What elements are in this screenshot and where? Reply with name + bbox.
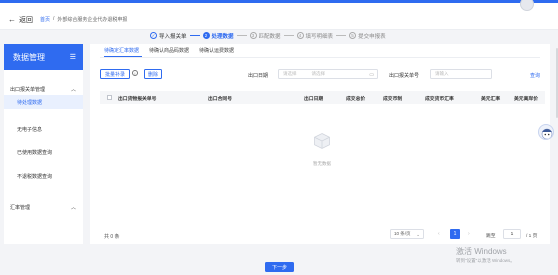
query-button[interactable]: 查询 [530,72,540,79]
select-all-checkbox[interactable] [107,94,112,100]
step-label: 处理数据 [211,33,234,40]
info-icon[interactable]: i [132,70,138,76]
sidebar-item-no-refund-query[interactable]: 不退税数据查询 [4,169,83,183]
declaration-number-placeholder: 请输入 [435,71,449,76]
step-connector [236,35,247,36]
column-header[interactable]: 出口合同号 [208,95,232,102]
column-header[interactable]: 成交币制 [383,95,402,102]
sidebar-item-no-electronic[interactable]: 无电子信息 [4,122,83,136]
sidebar-item-label: 待处理数据 [17,99,43,106]
sidebar-group-declarations[interactable]: 出口报关单管理 ︿ [4,86,83,93]
prev-page-icon[interactable]: ‹ [438,231,440,237]
table-header: 出口货物报关单号 出口合同号 出口日期 成交总价 成交币制 成交货币汇率 美元汇… [100,91,545,104]
declaration-number-input[interactable]: 请输入 [430,69,492,79]
step-submit: 5 提交申报表 [349,32,386,40]
sidebar-group-exchange-rate[interactable]: 汇率管理 ︿ [4,204,83,211]
main-panel: 待确定汇率数据 待确认商品码数据 待确认运费数据 批量补录 i 删除 出口日期 … [90,44,550,244]
windows-activation-watermark: 激活 Windows 转到"设置"以激活 Windows。 [456,246,515,264]
sidebar-item-label: 已使用数据查询 [17,149,53,156]
chevron-up-icon: ︿ [70,87,76,93]
page-size-value: 10 条/页 [394,231,411,236]
end-date-input[interactable]: 请选择 [312,71,326,77]
step-connector [189,35,200,36]
check-icon: ✓ [150,32,157,39]
step-number: 2 [202,32,210,39]
step-connector [283,35,294,36]
sidebar-header: 数据管理 ☰ [4,44,83,70]
step-label: 导入报关单 [159,33,187,40]
declaration-number-label: 出口报关单号 [389,73,420,79]
watermark-subtitle: 转到"设置"以激活 Windows。 [456,258,515,263]
column-header[interactable]: 出口日期 [304,95,323,102]
tab-pending-commodity-code[interactable]: 待确认商品码数据 [149,47,189,54]
goto-label: 跳至 [486,234,496,239]
next-page-icon[interactable]: › [468,231,470,237]
batch-fill-button[interactable]: 批量补录 [100,69,130,79]
column-header[interactable]: 美元离岸价 [514,95,538,102]
calendar-icon: ▭ [369,71,374,78]
export-date-range[interactable]: 请选择 请选择 ▭ [278,69,378,79]
breadcrumb-home[interactable]: 首页 [40,16,50,23]
breadcrumb-current: 外部综合服务企业代办退税申报 [57,17,128,23]
step-label: 匹配数据 [258,33,281,40]
menu-icon[interactable]: ☰ [70,53,76,61]
chevron-up-icon: ︿ [70,205,76,211]
empty-box-icon [314,133,330,149]
column-header[interactable]: 美元汇率 [481,95,500,102]
sidebar-title: 数据管理 [13,52,45,62]
column-header[interactable]: 出口货物报关单号 [118,95,156,102]
next-step-button[interactable]: 下一步 [265,262,294,272]
sidebar-item-label: 不退税数据查询 [17,173,53,180]
chevron-down-icon: ⌄ [416,231,420,237]
step-fill: 4 填写明细表 [296,32,334,40]
step-connector [336,35,347,36]
breadcrumb: 首页 / 外部综合服务企业代办退税申报 [40,16,127,23]
step-number: 4 [296,32,304,39]
step-label: 提交申报表 [358,33,386,40]
back-button[interactable]: ← 返回 [8,15,33,25]
export-date-label: 出口日期 [248,73,269,79]
watermark-title: 激活 Windows [456,247,507,256]
sidebar: 数据管理 ☰ 出口报关单管理 ︿ 待处理数据 无电子信息 已使用数据查询 不退税… [4,44,83,244]
back-label: 返回 [19,17,33,24]
tab-pending-freight[interactable]: 待确认运费数据 [199,47,234,54]
step-match: 3 匹配数据 [249,32,281,40]
goto-page-input[interactable]: 1 [503,229,521,239]
assistant-face-icon [541,128,553,139]
sidebar-group-label: 汇率管理 [10,205,31,211]
sidebar-item-label: 无电子信息 [17,126,43,133]
arrow-left-icon: ← [8,15,16,24]
step-number: 5 [349,32,357,39]
process-steps: ✓ 导入报关单 2 处理数据 3 匹配数据 4 填写明细表 5 提交申报表 [150,31,386,40]
tab-pending-rate[interactable]: 待确定汇率数据 [104,47,139,54]
step-import: ✓ 导入报关单 [150,32,187,40]
column-header[interactable]: 成交总价 [346,95,365,102]
tab-bar: 待确定汇率数据 待确认商品码数据 待确认运费数据 [104,47,234,54]
column-header[interactable]: 成交货币汇率 [425,95,454,102]
user-avatar[interactable] [520,0,534,11]
assistant-avatar[interactable] [538,124,554,140]
start-date-input[interactable]: 请选择 [283,71,297,77]
total-count: 共 0 条 [104,234,120,240]
total-pages: / 1 页 [526,234,538,239]
tab-divider [100,57,540,58]
empty-state-text: 暂无数据 [313,161,331,166]
page-number-current[interactable]: 1 [450,228,460,239]
sidebar-group-label: 出口报关单管理 [10,87,46,93]
step-number: 3 [249,32,257,39]
step-process: 2 处理数据 [202,32,234,40]
step-label: 填写明细表 [305,33,334,40]
sidebar-item-pending[interactable]: 待处理数据 [4,95,83,109]
page-header: ← 返回 首页 / 外部综合服务企业代办退税申报 [0,0,558,30]
breadcrumb-separator: / [53,16,55,22]
page-size-select[interactable]: 10 条/页 ⌄ [390,229,424,239]
sidebar-item-used-query[interactable]: 已使用数据查询 [4,145,83,159]
delete-button[interactable]: 删除 [144,69,162,79]
